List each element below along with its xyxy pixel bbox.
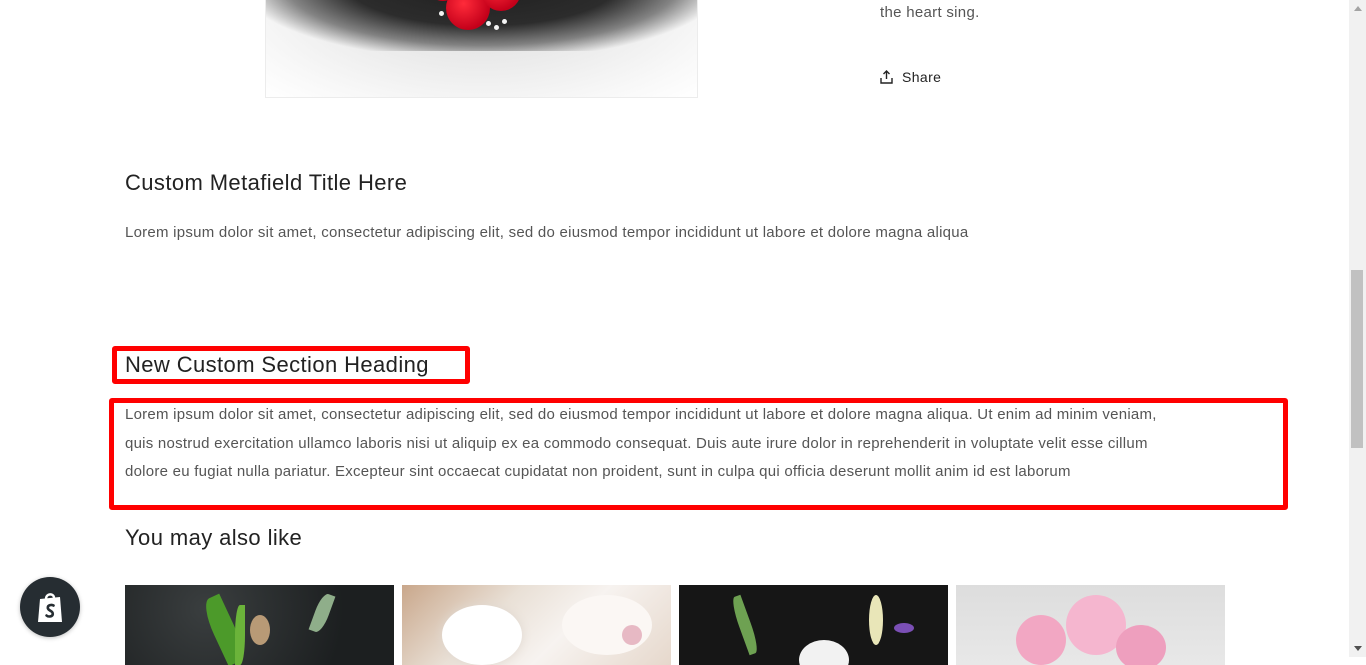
lily-bud (869, 595, 883, 645)
product-card[interactable] (956, 585, 1225, 665)
babys-breath (502, 19, 507, 24)
product-card[interactable] (679, 585, 948, 665)
metafield-text: Lorem ipsum dolor sit amet, consectetur … (125, 224, 969, 241)
page-scrollbar[interactable] (1349, 0, 1366, 657)
custom-section-line: dolore eu fugiat nulla pariatur. Excepte… (125, 463, 1071, 480)
orchid-petal (442, 605, 522, 665)
metafield-title: Custom Metafield Title Here (125, 170, 408, 195)
product-card-grid (125, 585, 1225, 665)
product-card[interactable] (402, 585, 671, 665)
shopify-badge-button[interactable] (20, 577, 80, 637)
leaf (308, 591, 336, 635)
babys-breath (486, 21, 491, 26)
recommendations-title: You may also like (125, 525, 303, 550)
share-label: Share (902, 69, 942, 85)
statice (894, 623, 914, 633)
orchid-petal (562, 595, 652, 655)
dried-flower (250, 615, 270, 645)
alstroemeria (1116, 625, 1166, 665)
product-image[interactable] (265, 0, 698, 98)
babys-breath (439, 11, 444, 16)
white-bloom (799, 640, 849, 665)
alstroemeria (1016, 615, 1066, 665)
scroll-down-arrow-icon[interactable] (1349, 640, 1366, 657)
custom-section-line: Lorem ipsum dolor sit amet, consectetur … (125, 406, 1157, 423)
scroll-up-arrow-icon[interactable] (1349, 0, 1366, 17)
babys-breath (494, 25, 499, 30)
leaf (729, 594, 761, 656)
product-description-tail: the heart sing. (880, 4, 980, 21)
custom-section-heading: New Custom Section Heading (125, 352, 429, 377)
custom-section-line: quis nostrud exercitation ullamco labori… (125, 434, 1148, 452)
shopify-bag-icon (38, 593, 62, 622)
share-button[interactable]: Share (880, 66, 941, 88)
orchid-center (622, 625, 642, 645)
custom-section-text: Lorem ipsum dolor sit amet, consectetur … (125, 401, 1157, 487)
leaf (235, 605, 245, 665)
share-icon (880, 70, 893, 84)
scrollbar-thumb[interactable] (1351, 270, 1363, 448)
product-card[interactable] (125, 585, 394, 665)
